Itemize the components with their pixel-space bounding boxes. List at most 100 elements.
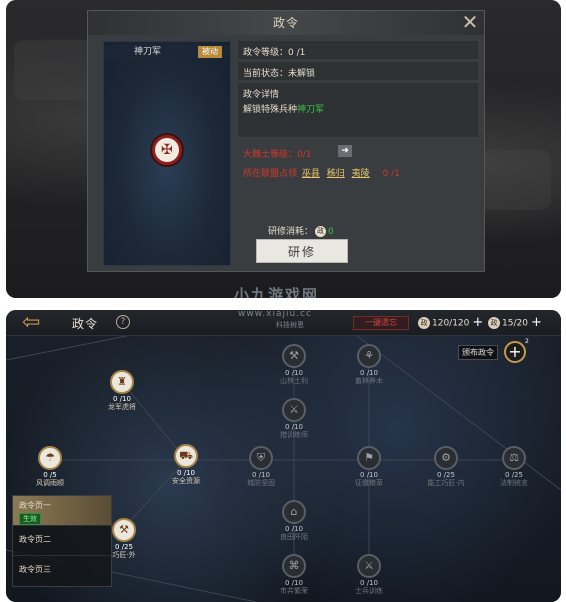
close-icon[interactable]: ✕ bbox=[460, 12, 480, 32]
rain-cloud-icon: ☂ bbox=[38, 446, 62, 470]
decree-detail-dialog: 政令 ✕ 神刀军 被动 ✠ 政令等级：0 /1 当前状态：未解锁 政令详情 解锁… bbox=[87, 10, 485, 272]
help-icon[interactable]: ? bbox=[116, 315, 130, 329]
decree-card: 神刀军 被动 ✠ bbox=[103, 41, 231, 266]
locked-node-icon: ⚑ bbox=[357, 446, 381, 470]
node-level: 0 /10 bbox=[285, 423, 303, 431]
decree-node[interactable]: ⌂ 0 /10 良田阡陌 bbox=[266, 500, 322, 541]
cost-label: 研修消耗： bbox=[268, 227, 314, 237]
decree-node[interactable]: ⌘ 0 /10 市井繁荣 bbox=[266, 554, 322, 595]
decree-node[interactable]: ⛟ 0 /10 安全资源 bbox=[158, 444, 214, 485]
decree-page-tab-2[interactable]: 政令页二 bbox=[13, 526, 111, 556]
requirement-level: 大魏士等级：0/1 bbox=[243, 150, 312, 160]
soldier-emblem-icon: ✠ bbox=[152, 135, 182, 165]
node-level: 0 /10 bbox=[177, 469, 195, 477]
place-link-3[interactable]: 夷陵 bbox=[352, 169, 370, 179]
node-level: 0 /10 bbox=[252, 471, 270, 479]
decree-detail-box: 政令详情 解锁特殊兵种神刀军 bbox=[238, 83, 478, 137]
dialog-title: 政令 bbox=[88, 11, 484, 35]
decree-status: 当前状态：未解锁 bbox=[238, 62, 478, 80]
decree-page-tab-1[interactable]: 政令页一 生效 bbox=[13, 496, 111, 526]
decree-level: 政令等级：0 /1 bbox=[238, 41, 478, 59]
node-level: 0 /10 bbox=[360, 471, 378, 479]
upgrade-dialog-screenshot: 政令 ✕ 神刀军 被动 ✠ 政令等级：0 /1 当前状态：未解锁 政令详情 解锁… bbox=[6, 0, 561, 298]
node-name: 龙军虎将 bbox=[108, 403, 136, 411]
node-name: 城防坚固 bbox=[247, 479, 275, 487]
study-cost: 研修消耗：政 0 bbox=[268, 224, 334, 237]
decree-node[interactable]: ⚑ 0 /10 征缴粮草 bbox=[341, 446, 397, 487]
node-level: 0 /25 bbox=[437, 471, 455, 479]
cost-value: 0 bbox=[328, 227, 334, 237]
decree-page-tab-3[interactable]: 政令页三 bbox=[13, 556, 111, 586]
locked-node-icon: ⚙ bbox=[434, 446, 458, 470]
top-bar: ⇦ 政令 ? www.xiajiu.cc 科技树恩 一键遗忘 政 120/120 +… bbox=[6, 310, 561, 336]
node-name: 法制统言 bbox=[500, 479, 528, 487]
add-decree-slots-icon[interactable]: + bbox=[531, 315, 542, 330]
decree-node[interactable]: ☂ 0 /5 风调雨顺 bbox=[22, 446, 78, 487]
node-name: 措训练师 bbox=[280, 431, 308, 439]
locked-node-icon: ⚖ bbox=[502, 446, 526, 470]
node-name: 山林土利 bbox=[280, 377, 308, 385]
detail-text: 解锁特殊兵种 bbox=[243, 105, 298, 115]
requirement-alliance: 所在联盟占领 巫县 秭归 夷陵 0 /1 bbox=[238, 163, 478, 182]
node-name: 安全资源 bbox=[172, 477, 200, 485]
decree-node[interactable]: ⚙ 0 /25 能工巧匠·内 bbox=[418, 446, 474, 487]
decree-points-value: 120/120 bbox=[432, 318, 470, 329]
passive-tag: 被动 bbox=[198, 46, 222, 58]
decree-node[interactable]: ⚘ 0 /10 畜林养木 bbox=[341, 344, 397, 385]
page-tab-label: 政令页三 bbox=[19, 565, 51, 574]
alliance-prefix: 所在联盟占领 bbox=[243, 169, 298, 179]
detail-line: 解锁特殊兵种神刀军 bbox=[243, 102, 473, 115]
locked-node-icon: ⌂ bbox=[282, 500, 306, 524]
node-level: 0 /10 bbox=[285, 369, 303, 377]
node-level: 0 /25 bbox=[505, 471, 523, 479]
decree-slots-counter: 政 15/20 + bbox=[488, 316, 542, 331]
node-name: 风调雨顺 bbox=[36, 479, 64, 487]
issue-decree-label: 颁布政令 bbox=[458, 345, 498, 360]
craftsman-node-icon: ⚒ bbox=[112, 518, 136, 542]
watermark-subtext: 科技树恩 bbox=[276, 321, 304, 329]
place-link-2[interactable]: 秭归 bbox=[327, 169, 345, 179]
locked-node-icon: ⚔ bbox=[282, 398, 306, 422]
node-name: 畜林养木 bbox=[355, 377, 383, 385]
decree-points-counter: 政 120/120 + bbox=[418, 316, 483, 331]
page-title: 政令 bbox=[72, 317, 99, 331]
issue-decree-button[interactable]: + bbox=[504, 341, 526, 363]
place-link-1[interactable]: 巫县 bbox=[302, 169, 320, 179]
decree-coin-icon: 政 bbox=[315, 226, 327, 237]
node-level: 0 /10 bbox=[113, 395, 131, 403]
node-level: 0 /5 bbox=[43, 471, 57, 479]
decree-page-list: 政令页一 生效 政令页二 政令页三 bbox=[12, 495, 112, 587]
card-name: 神刀军 bbox=[134, 47, 162, 57]
detail-title: 政令详情 bbox=[243, 90, 280, 100]
back-arrow-icon[interactable]: ⇦ bbox=[22, 312, 52, 334]
decree-node[interactable]: ⚔ 0 /10 措训练师 bbox=[266, 398, 322, 439]
go-arrow-icon[interactable]: ➜ bbox=[338, 145, 352, 157]
node-level: 0 /10 bbox=[360, 579, 378, 587]
one-click-forget-button[interactable]: 一键遗忘 bbox=[353, 316, 409, 330]
decree-node[interactable]: ♜ 0 /10 龙军虎将 bbox=[94, 370, 150, 411]
decree-node[interactable]: ⚖ 0 /25 法制统言 bbox=[486, 446, 542, 487]
issue-decree-count: 2 bbox=[525, 338, 529, 345]
site-watermark: 小九游戏网 bbox=[234, 286, 320, 298]
general-node-icon: ♜ bbox=[110, 370, 134, 394]
node-level: 0 /10 bbox=[285, 525, 303, 533]
node-level: 0 /10 bbox=[285, 579, 303, 587]
decree-slots-value: 15/20 bbox=[502, 318, 528, 329]
node-name: 征缴粮草 bbox=[355, 479, 383, 487]
page-tab-label: 政令页一 bbox=[19, 501, 51, 510]
detail-highlight: 神刀军 bbox=[297, 105, 325, 115]
locked-node-icon: ⚒ bbox=[282, 344, 306, 368]
decree-node[interactable]: ⚔ 0 /10 士兵训练 bbox=[341, 554, 397, 595]
decree-point-icon: 政 bbox=[418, 317, 430, 329]
locked-node-icon: ⛨ bbox=[249, 446, 273, 470]
decree-node[interactable]: ⛨ 0 /10 城防坚固 bbox=[233, 446, 289, 487]
node-name: 士兵训练 bbox=[355, 587, 383, 595]
add-decree-points-icon[interactable]: + bbox=[472, 315, 483, 330]
node-name: 良田阡陌 bbox=[280, 533, 308, 541]
study-button[interactable]: 研修 bbox=[256, 239, 348, 263]
page-tab-label: 政令页二 bbox=[19, 535, 51, 544]
card-header: 神刀军 被动 bbox=[104, 45, 230, 59]
decree-node[interactable]: ⚒ 0 /10 山林土利 bbox=[266, 344, 322, 385]
site-watermark-url: www.xiajiu.cc bbox=[238, 310, 312, 319]
node-name: 市井繁荣 bbox=[280, 587, 308, 595]
